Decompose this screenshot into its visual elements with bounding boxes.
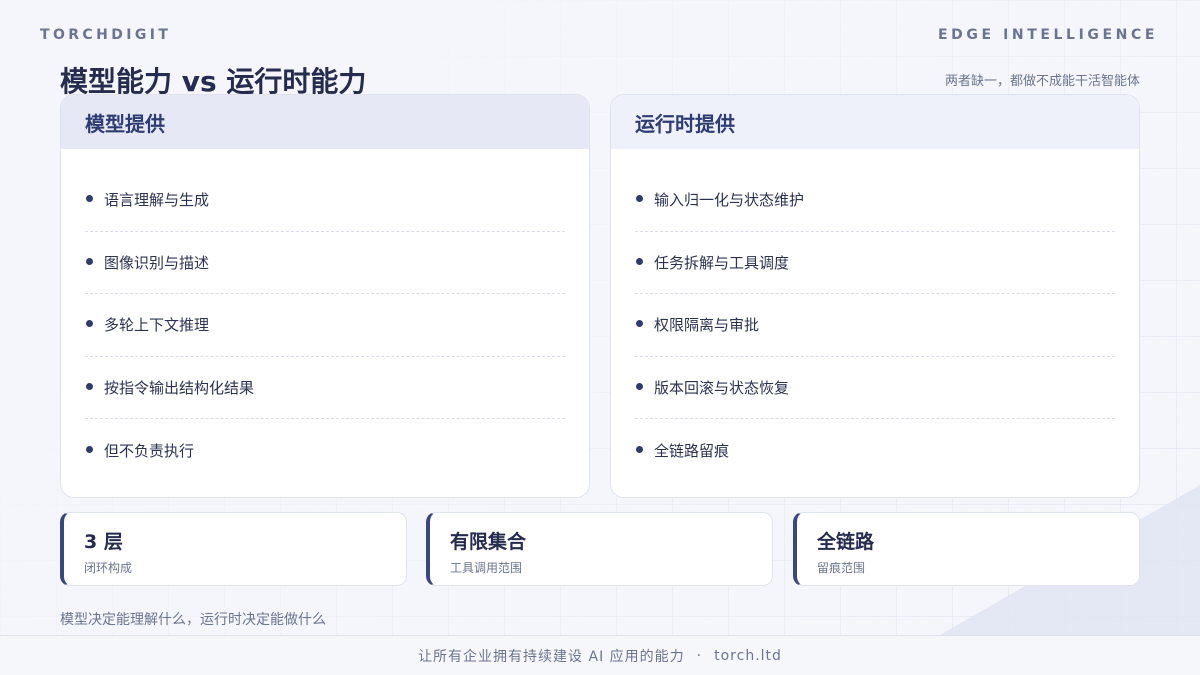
footer-separator: · — [696, 647, 703, 664]
summary-note: 模型决定能理解什么，运行时决定能做什么 — [60, 612, 326, 628]
list-item-label: 任务拆解与工具调度 — [654, 253, 790, 272]
list-item: 多轮上下文推理 — [85, 294, 565, 357]
bullet-icon — [636, 257, 643, 265]
stat-label: 工具调用范围 — [450, 561, 523, 575]
list-item: 全链路留痕 — [635, 419, 1115, 482]
list-item-label: 按指令输出结构化结果 — [104, 378, 255, 397]
page-subtitle: 两者缺一，都做不成能干活智能体 — [944, 74, 1140, 89]
brand-logo-text: TORCHDIGIT — [40, 27, 172, 43]
list-item: 语言理解与生成 — [85, 169, 565, 232]
list-item: 但不负责执行 — [85, 419, 565, 482]
list-item-label: 多轮上下文推理 — [104, 316, 210, 335]
list-item-label: 语言理解与生成 — [104, 191, 210, 210]
bullet-icon — [636, 445, 643, 453]
list-item-label: 输入归一化与状态维护 — [654, 191, 805, 210]
stat-value: 有限集合 — [450, 531, 527, 553]
stat-label: 闭环构成 — [84, 561, 133, 575]
footer-site-link[interactable]: torch.ltd — [714, 648, 782, 664]
bullet-icon — [86, 382, 93, 390]
bullet-icon — [636, 382, 643, 390]
list-item-label: 版本回滚与状态恢复 — [654, 378, 790, 397]
footer: 让所有企业拥有持续建设 AI 应用的能力 · torch.ltd — [0, 635, 1200, 675]
bullet-icon — [636, 195, 643, 203]
bullet-icon — [86, 320, 93, 328]
list-item-label: 但不负责执行 — [104, 441, 195, 460]
bullet-icon — [636, 320, 643, 328]
panel-title: 运行时提供 — [611, 95, 1139, 149]
stat-value: 全链路 — [817, 531, 875, 553]
list-item: 版本回滚与状态恢复 — [635, 357, 1115, 419]
list-item-label: 权限隔离与审批 — [654, 316, 760, 335]
stat-label: 留痕范围 — [817, 561, 866, 575]
list-item: 按指令输出结构化结果 — [85, 357, 565, 419]
list-item: 图像识别与描述 — [85, 232, 565, 294]
bullet-icon — [86, 445, 93, 453]
runtime-capabilities-panel: 运行时提供 输入归一化与状态维护 任务拆解与工具调度 权限隔离与审批 版本回滚与… — [610, 94, 1140, 498]
list-item-label: 全链路留痕 — [654, 441, 730, 460]
footer-text: 让所有企业拥有持续建设 AI 应用的能力 — [418, 648, 685, 665]
model-capabilities-panel: 模型提供 语言理解与生成 图像识别与描述 多轮上下文推理 按指令输出结构化结果 … — [60, 94, 590, 498]
list-item-label: 图像识别与描述 — [104, 253, 210, 272]
stat-value: 3 层 — [84, 531, 123, 553]
stat-card-tools: 有限集合 工具调用范围 — [426, 512, 773, 586]
stat-card-trace: 全链路 留痕范围 — [793, 512, 1140, 586]
capability-list: 语言理解与生成 图像识别与描述 多轮上下文推理 按指令输出结构化结果 但不负责执… — [61, 149, 589, 482]
stat-card-layers: 3 层 闭环构成 — [60, 512, 407, 586]
header-tagline: EDGE INTELLIGENCE — [937, 27, 1158, 43]
bullet-icon — [86, 195, 93, 203]
list-item: 输入归一化与状态维护 — [635, 169, 1115, 232]
bullet-icon — [86, 257, 93, 265]
list-item: 权限隔离与审批 — [635, 294, 1115, 357]
list-item: 任务拆解与工具调度 — [635, 232, 1115, 294]
panel-title: 模型提供 — [61, 95, 589, 149]
capability-list: 输入归一化与状态维护 任务拆解与工具调度 权限隔离与审批 版本回滚与状态恢复 全… — [611, 149, 1139, 482]
